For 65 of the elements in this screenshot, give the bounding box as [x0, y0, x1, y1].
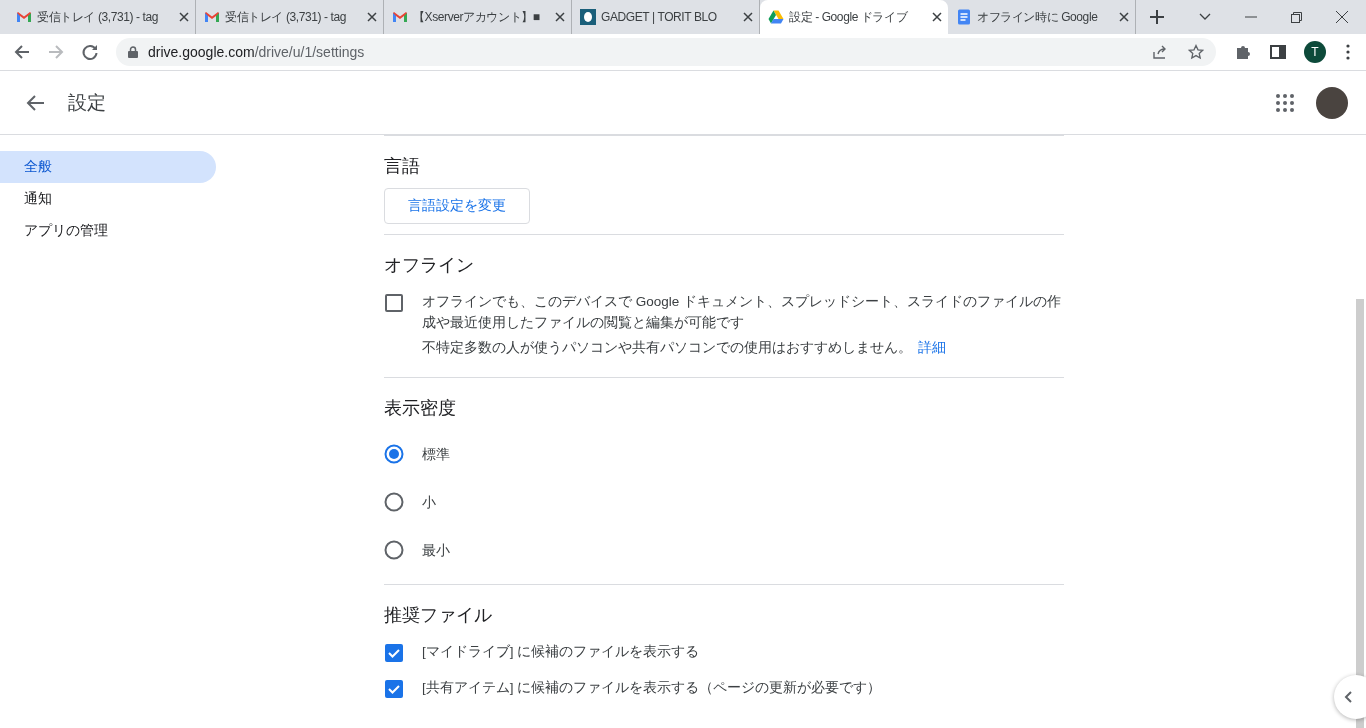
- section-title: 推奨ファイル: [384, 604, 493, 627]
- radio-button[interactable]: [384, 492, 404, 512]
- mail-icon: [204, 9, 220, 25]
- radio-label: 標準: [422, 445, 450, 464]
- close-icon[interactable]: [367, 12, 377, 22]
- page-title: 設定: [68, 90, 106, 115]
- side-panel-toggle-button[interactable]: [1334, 675, 1366, 719]
- browser-tab[interactable]: GADGET | TORIT BLO: [572, 0, 760, 34]
- close-icon[interactable]: [1119, 12, 1129, 22]
- checkbox-label: オフラインでも、このデバイスで Google ドキュメント、スプレッドシート、スライドのファイルの作成や最近使用したファイルの閲覧と編集が可能です: [422, 293, 1063, 332]
- address-bar[interactable]: drive.google.com/drive/u/1/settings: [116, 38, 1216, 66]
- chevron-left-icon: [1344, 691, 1352, 703]
- browser-tab[interactable]: 【Xserverアカウント】■: [384, 0, 572, 34]
- menu-icon[interactable]: [1346, 44, 1350, 60]
- sidebar-item[interactable]: アプリの管理: [0, 215, 216, 247]
- avatar-photo-placeholder[interactable]: [1316, 86, 1348, 119]
- section-title: オフライン: [384, 254, 475, 277]
- document-icon: [956, 9, 972, 25]
- triangle-logo-icon: [768, 9, 784, 25]
- sidebar-item[interactable]: 通知: [0, 183, 216, 215]
- restore-icon[interactable]: [1291, 11, 1302, 23]
- back-arrow-icon[interactable]: [26, 92, 46, 113]
- section-title: 表示密度: [384, 397, 457, 420]
- side-panel-icon[interactable]: [1270, 45, 1286, 59]
- close-icon[interactable]: [1336, 11, 1348, 23]
- tab-title: 設定 - Google ドライブ: [789, 8, 909, 26]
- profile-avatar[interactable]: T: [1304, 41, 1326, 63]
- browser-tab[interactable]: 受信トレイ (3,731) - tag: [196, 0, 384, 34]
- tab-title: 受信トレイ (3,731) - tag: [225, 8, 348, 26]
- radio-button[interactable]: [384, 444, 404, 464]
- mail-icon: [392, 9, 408, 25]
- section-title: 言語: [384, 155, 421, 178]
- radio-label: 最小: [422, 541, 450, 560]
- checkbox[interactable]: [384, 293, 404, 313]
- close-icon[interactable]: [932, 12, 942, 22]
- checkbox[interactable]: [384, 679, 404, 699]
- tab-title: 受信トレイ (3,731) - tag: [37, 8, 160, 26]
- tab-title: オフライン時に Google: [977, 8, 1099, 26]
- apps-grid-icon[interactable]: [1276, 93, 1294, 112]
- close-icon[interactable]: [743, 12, 753, 22]
- radio-button[interactable]: [384, 540, 404, 560]
- details-link[interactable]: 詳細: [918, 340, 946, 355]
- checkbox-label: [マイドライブ] に候補のファイルを表示する: [422, 643, 700, 661]
- browser-tab[interactable]: 受信トレイ (3,731) - tag: [8, 0, 196, 34]
- mail-icon: [16, 9, 32, 25]
- scrollbar[interactable]: [1356, 299, 1364, 728]
- warning-text: 不特定多数の人が使うパソコンや共有パソコンでの使用はおすすめしません。 詳細: [422, 339, 947, 357]
- new-tab-icon[interactable]: [1150, 10, 1164, 24]
- browser-tab[interactable]: オフライン時に Google: [948, 0, 1136, 34]
- tab-title: 【Xserverアカウント】■: [413, 8, 541, 26]
- blog-logo-icon: [580, 9, 596, 25]
- radio-label: 小: [422, 493, 436, 512]
- browser-tab[interactable]: 設定 - Google ドライブ: [760, 0, 948, 34]
- puzzle-piece-icon[interactable]: [1234, 43, 1252, 61]
- sidebar-item[interactable]: 全般: [0, 151, 216, 183]
- lock-icon: [128, 46, 138, 58]
- checkbox[interactable]: [384, 643, 404, 663]
- chevron-down-icon[interactable]: [1199, 13, 1211, 21]
- share-icon[interactable]: [1152, 44, 1168, 60]
- checkbox-label: [共有アイテム] に候補のファイルを表示する（ページの更新が必要です）: [422, 679, 882, 697]
- close-icon[interactable]: [179, 12, 189, 22]
- change-language-button[interactable]: 言語設定を変更: [384, 188, 530, 224]
- close-icon[interactable]: [555, 12, 565, 22]
- tab-title: GADGET | TORIT BLO: [601, 10, 718, 24]
- star-icon[interactable]: [1188, 44, 1204, 60]
